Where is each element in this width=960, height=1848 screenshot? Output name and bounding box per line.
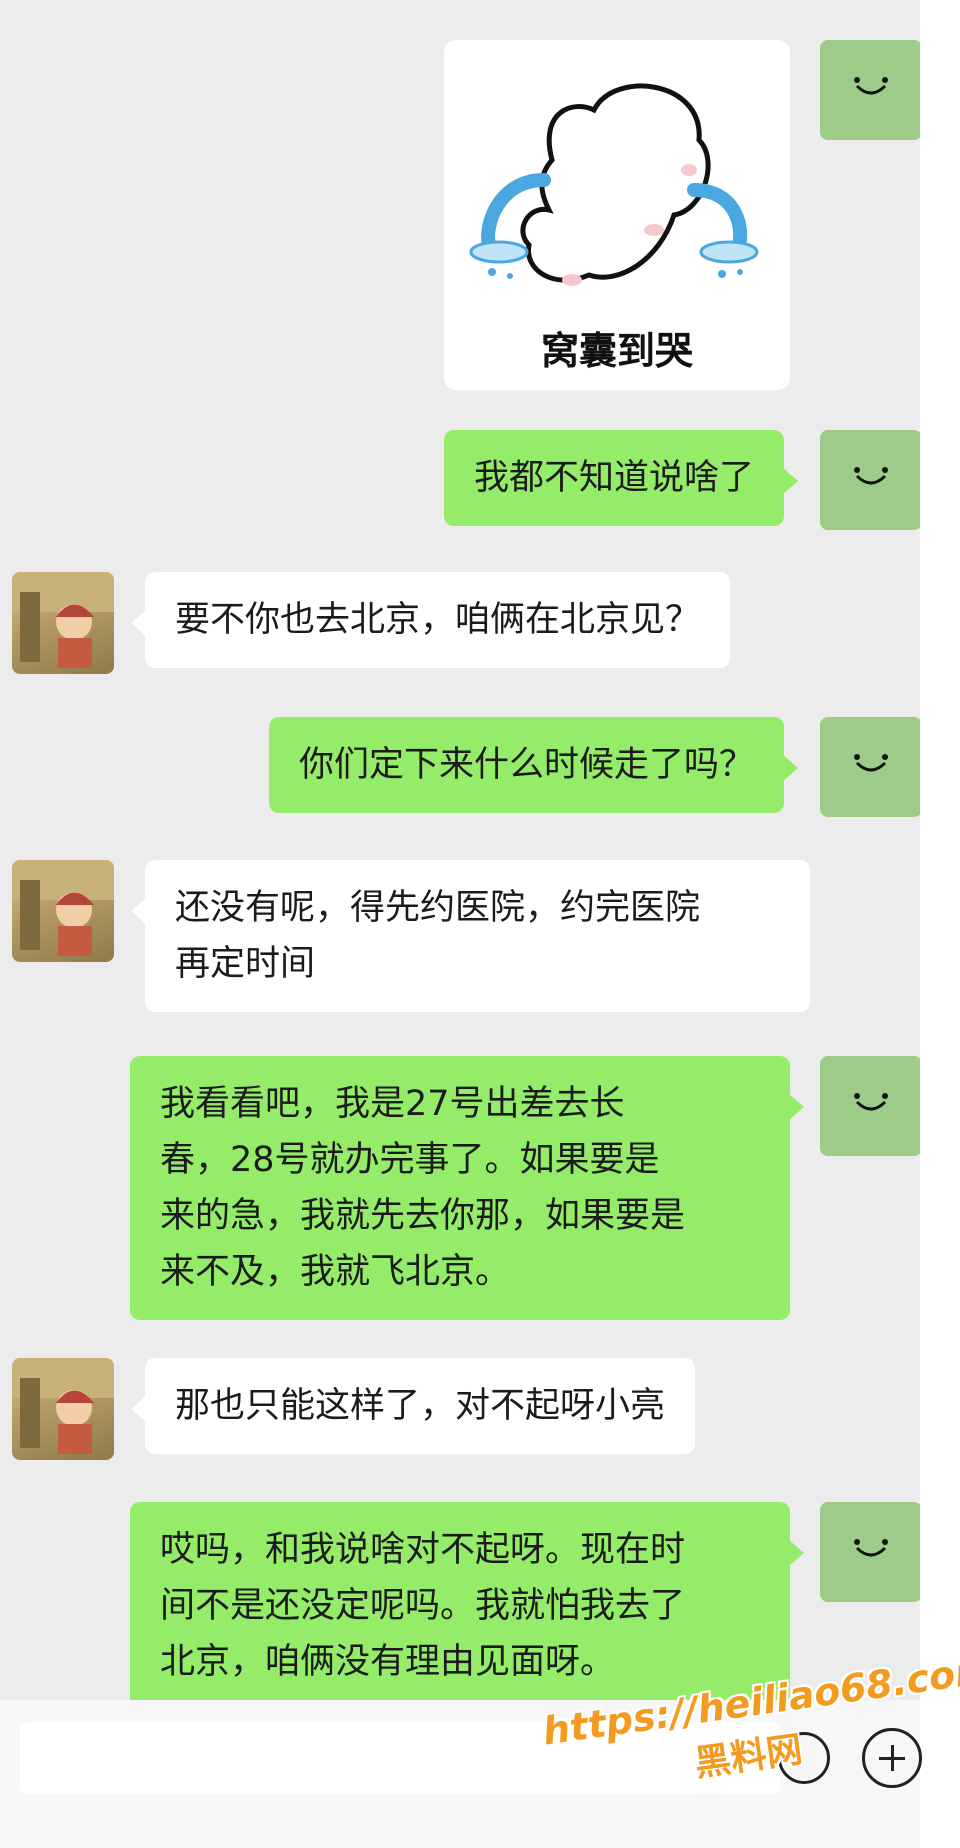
sticker-caption: 窝囊到哭: [540, 329, 693, 373]
contact-avatar[interactable]: [12, 572, 114, 674]
contact-avatar[interactable]: [12, 1358, 114, 1460]
message-text: 那也只能这样了，对不起呀小亮: [175, 1386, 666, 1426]
message-text-line: 来不及，我就飞北京。: [160, 1252, 511, 1292]
message-bubble-mine[interactable]: 我看看吧，我是27号出差去长 春，28号就办完事了。如果要是 来的急，我就先去你…: [130, 1056, 804, 1320]
contact-avatar-image: [12, 1358, 114, 1454]
message-text: 我都不知道说啥了: [473, 458, 754, 498]
message-text-line: 我看看吧，我是27号出差去长: [160, 1084, 625, 1124]
smiley-avatar-icon: [854, 77, 888, 95]
smiley-avatar-icon: [854, 467, 888, 485]
crying-sticker-icon: [469, 83, 759, 286]
message-text-line: 间不是还没定呢吗。我就怕我去了: [160, 1586, 686, 1626]
message-bubble-theirs[interactable]: 要不你也去北京，咱俩在北京见？: [130, 572, 731, 668]
smiley-avatar-icon: [854, 1539, 888, 1557]
message-bubble-theirs[interactable]: 还没有呢，得先约医院，约完医院 再定时间: [131, 860, 810, 1012]
my-avatar[interactable]: [820, 40, 920, 140]
my-avatar[interactable]: [820, 717, 920, 817]
contact-avatar-image: [12, 860, 114, 956]
message-text-line: 北京，咱俩没有理由见面呀。: [160, 1642, 616, 1682]
my-avatar[interactable]: [820, 430, 920, 530]
contact-avatar-image: [12, 572, 114, 668]
message-text: 要不你也去北京，咱俩在北京见？: [175, 600, 701, 640]
message-text-line: 哎吗，和我说啥对不起呀。现在时: [160, 1530, 686, 1570]
my-avatar[interactable]: [820, 1502, 920, 1602]
my-avatar[interactable]: [820, 1056, 920, 1156]
message-bubble-theirs[interactable]: 那也只能这样了，对不起呀小亮: [130, 1358, 696, 1454]
message-text-line: 还没有呢，得先约医院，约完医院: [175, 888, 701, 928]
chat-message-list[interactable]: 窝囊到哭 我都不知道说啥了 要不你也去北京，咱俩在北京见？ 你们定下来什么时候走…: [0, 0, 920, 1700]
message-bubble-mine[interactable]: 你们定下来什么时候走了吗？: [268, 717, 799, 813]
sticker-message[interactable]: 窝囊到哭: [444, 40, 790, 390]
message-text-line: 春，28号就办完事了。如果要是: [160, 1140, 660, 1180]
message-text-line: 来的急，我就先去你那，如果要是: [160, 1196, 686, 1236]
contact-avatar[interactable]: [12, 860, 114, 962]
message-text: 你们定下来什么时候走了吗？: [298, 745, 754, 785]
smiley-avatar-icon: [854, 1093, 888, 1111]
message-text-line: 再定时间: [175, 944, 316, 984]
message-bubble-mine[interactable]: 我都不知道说啥了: [443, 430, 799, 526]
scrollbar-strip: [920, 0, 960, 1848]
smiley-avatar-icon: [854, 754, 888, 772]
message-bubble-mine[interactable]: 哎吗，和我说啥对不起呀。现在时 间不是还没定呢吗。我就怕我去了 北京，咱俩没有理…: [130, 1502, 804, 1700]
